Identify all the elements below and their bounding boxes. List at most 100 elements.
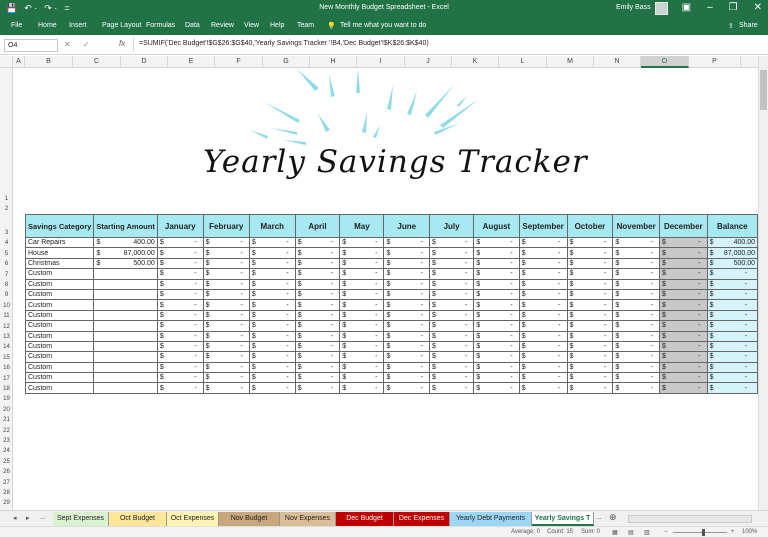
month-cell[interactable]: $ - xyxy=(202,320,250,332)
month-cell[interactable]: $ - xyxy=(339,268,385,280)
month-cell[interactable]: $ - xyxy=(383,299,430,311)
month-cell[interactable]: $ - xyxy=(659,299,708,311)
month-cell[interactable]: $ - xyxy=(202,247,250,259)
month-cell[interactable]: $ - xyxy=(566,247,614,259)
column-header[interactable]: E xyxy=(168,56,215,68)
month-cell[interactable]: $ - xyxy=(383,382,430,394)
column-header[interactable]: L xyxy=(499,56,547,68)
month-cell[interactable]: $ - xyxy=(294,257,341,270)
balance-cell[interactable]: $ - xyxy=(706,268,758,280)
ribbon-display-icon[interactable]: ▣ xyxy=(682,2,691,13)
month-cell[interactable]: $ - xyxy=(383,257,430,270)
month-cell[interactable]: $ - xyxy=(294,320,341,332)
month-cell[interactable]: $ - xyxy=(202,330,250,342)
category-cell[interactable]: Car Repairs xyxy=(24,236,95,249)
month-cell[interactable]: $ - xyxy=(612,372,661,384)
month-cell[interactable]: $ - xyxy=(339,247,385,259)
month-cell[interactable]: $ - xyxy=(383,309,430,322)
month-cell[interactable]: $ - xyxy=(566,330,614,342)
month-cell[interactable]: $ - xyxy=(248,320,296,332)
month-cell[interactable]: $ - xyxy=(518,361,568,374)
zoom-level[interactable]: 100% xyxy=(742,529,757,535)
column-header[interactable]: N xyxy=(594,56,641,68)
month-cell[interactable]: $ - xyxy=(566,382,614,394)
row-header[interactable]: 12 xyxy=(0,324,13,332)
balance-cell[interactable]: $ - xyxy=(706,351,758,363)
page-break-view-icon[interactable]: ▥ xyxy=(644,529,650,536)
more-tabs-left[interactable]: ... xyxy=(40,514,46,521)
month-cell[interactable]: $ - xyxy=(294,236,341,249)
tab-view[interactable]: View xyxy=(244,22,259,29)
sheet-tab-oct-expenses[interactable]: Oct Expenses xyxy=(167,512,219,526)
month-cell[interactable]: $ - xyxy=(202,257,250,270)
row-header[interactable]: 3 xyxy=(0,230,13,238)
more-tabs-right[interactable]: ... xyxy=(596,514,602,521)
row-header[interactable]: 1 xyxy=(0,196,13,204)
tab-help[interactable]: Help xyxy=(270,22,284,29)
column-header[interactable]: I xyxy=(357,56,405,68)
row-header[interactable]: 26 xyxy=(0,469,13,477)
column-header[interactable]: H xyxy=(310,56,357,68)
month-cell[interactable]: $ - xyxy=(518,268,568,280)
share-button[interactable]: Share xyxy=(739,22,758,29)
starting-amount-cell[interactable]: $500.00 xyxy=(93,257,158,270)
month-cell[interactable]: $ - xyxy=(566,361,614,374)
month-cell[interactable]: $ - xyxy=(612,299,661,311)
month-cell[interactable]: $ - xyxy=(612,288,661,301)
tab-formulas[interactable]: Formulas xyxy=(146,22,175,29)
row-header[interactable]: 24 xyxy=(0,448,13,456)
column-header[interactable]: J xyxy=(405,56,452,68)
month-cell[interactable]: $ - xyxy=(473,236,520,249)
month-cell[interactable]: $ - xyxy=(473,330,520,342)
sheet-tab-dec-budget[interactable]: Dec Budget xyxy=(336,512,394,526)
month-cell[interactable]: $ - xyxy=(294,330,341,342)
month-cell[interactable]: $ - xyxy=(428,236,475,249)
month-cell[interactable]: $ - xyxy=(202,309,250,322)
month-cell[interactable]: $ - xyxy=(659,330,708,342)
month-cell[interactable]: $ - xyxy=(518,288,568,301)
month-cell[interactable]: $ - xyxy=(659,361,708,374)
balance-cell[interactable]: $ - xyxy=(706,340,758,353)
month-cell[interactable]: $ - xyxy=(473,247,520,259)
row-header[interactable]: 11 xyxy=(0,313,13,321)
month-cell[interactable]: $ - xyxy=(518,309,568,322)
maximize-icon[interactable]: ❐ xyxy=(729,2,738,13)
month-cell[interactable]: $ - xyxy=(294,340,341,353)
month-cell[interactable]: $ - xyxy=(248,257,296,270)
month-cell[interactable]: $ - xyxy=(566,299,614,311)
month-cell[interactable]: $ - xyxy=(659,288,708,301)
tab-review[interactable]: Review xyxy=(211,22,234,29)
month-cell[interactable]: $ - xyxy=(428,372,475,384)
sheet-tab-nov-budget[interactable]: Nov Budget xyxy=(219,512,280,526)
month-cell[interactable]: $ - xyxy=(659,257,708,270)
month-cell[interactable]: $ - xyxy=(473,309,520,322)
month-cell[interactable]: $ - xyxy=(566,257,614,270)
month-cell[interactable]: $ - xyxy=(202,340,250,353)
balance-cell[interactable]: $ - xyxy=(706,361,758,374)
month-cell[interactable]: $ - xyxy=(612,268,661,280)
month-cell[interactable]: $ - xyxy=(156,247,204,259)
month-cell[interactable]: $ - xyxy=(566,288,614,301)
month-cell[interactable]: $ - xyxy=(566,309,614,322)
month-cell[interactable]: $ - xyxy=(612,340,661,353)
month-cell[interactable]: $ - xyxy=(518,247,568,259)
row-header[interactable]: 18 xyxy=(0,386,13,394)
month-cell[interactable]: $ - xyxy=(339,351,385,363)
month-cell[interactable]: $ - xyxy=(156,278,204,290)
month-cell[interactable]: $ - xyxy=(383,361,430,374)
tab-team[interactable]: Team xyxy=(297,22,314,29)
column-header-selected[interactable]: O xyxy=(641,56,689,68)
category-cell[interactable]: Custom xyxy=(24,268,95,280)
column-header[interactable]: G xyxy=(263,56,310,68)
sheet-tab-sept-expenses[interactable]: Sept Expenses xyxy=(53,512,109,526)
balance-cell[interactable]: $ - xyxy=(706,288,758,301)
tell-me-search[interactable]: Tell me what you want to do xyxy=(340,22,426,29)
month-cell[interactable]: $ - xyxy=(518,320,568,332)
column-header[interactable]: M xyxy=(547,56,594,68)
row-header[interactable]: 6 xyxy=(0,261,13,269)
balance-cell[interactable]: $400.00 xyxy=(706,236,758,249)
month-cell[interactable]: $ - xyxy=(518,372,568,384)
month-cell[interactable]: $ - xyxy=(612,351,661,363)
row-header[interactable]: 9 xyxy=(0,292,13,300)
row-header[interactable]: 28 xyxy=(0,490,13,498)
